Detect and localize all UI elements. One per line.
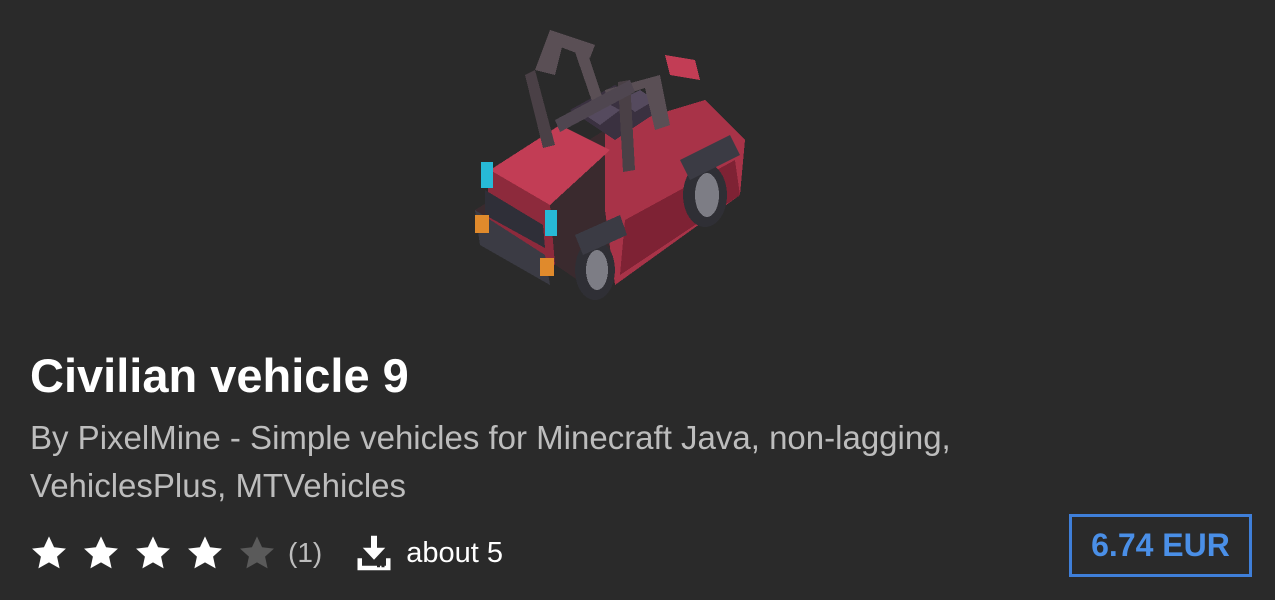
jeep-illustration (475, 30, 745, 300)
star-filled-icon (30, 534, 68, 572)
rating-stars (30, 534, 290, 572)
product-title[interactable]: Civilian vehicle 9 (30, 346, 409, 406)
download-count-label: about 5 (406, 536, 503, 569)
product-description: By PixelMine - Simple vehicles for Minec… (30, 419, 951, 504)
download-icon (356, 534, 392, 572)
star-filled-icon (134, 534, 172, 572)
download-count: about 5 (356, 534, 503, 572)
review-count[interactable]: (1) (288, 537, 322, 569)
star-filled-icon (186, 534, 224, 572)
product-image (455, 20, 765, 320)
product-stats: (1) about 5 (30, 530, 503, 576)
star-empty-icon (238, 534, 276, 572)
price-badge[interactable]: 6.74 EUR (1069, 514, 1252, 577)
star-filled-icon (82, 534, 120, 572)
